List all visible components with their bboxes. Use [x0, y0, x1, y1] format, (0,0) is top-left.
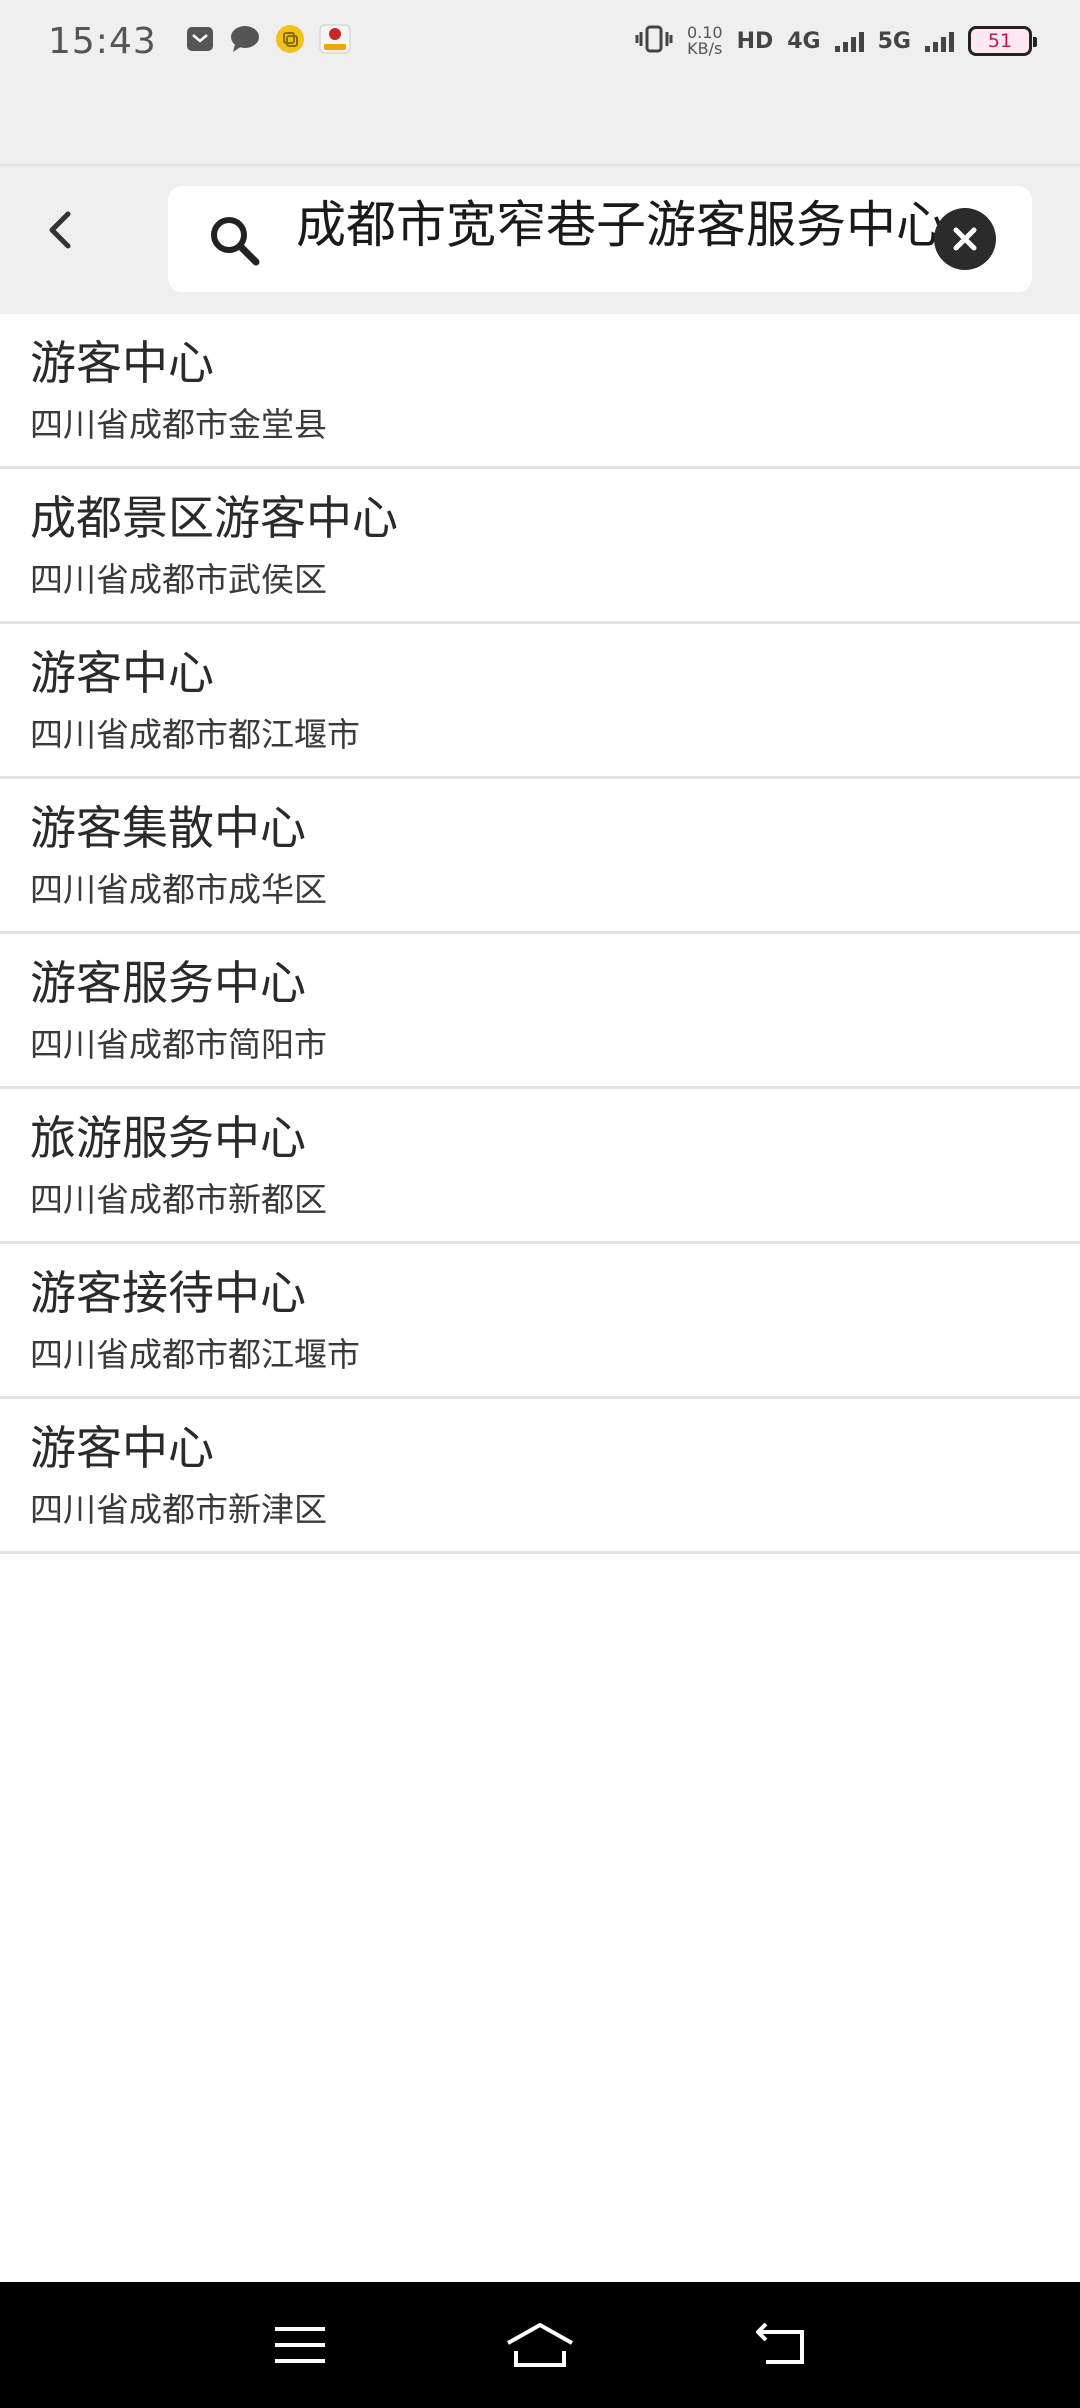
search-input[interactable]: 成都市宽窄巷子游客服务中心 — [296, 192, 1032, 258]
search-box[interactable]: 成都市宽窄巷子游客服务中心 — [168, 186, 1032, 292]
search-header: 成都市宽窄巷子游客服务中心 — [0, 166, 1080, 314]
result-title: 游客中心 — [30, 336, 214, 390]
status-bar: 15:43 0.10 KB/s HD 4G 5G 51 — [0, 0, 1080, 82]
result-address: 四川省成都市成华区 — [30, 870, 327, 909]
home-button[interactable] — [495, 2310, 585, 2380]
result-item[interactable]: 游客服务中心 四川省成都市简阳市 — [0, 934, 1080, 1089]
sim2-network-type: 5G — [877, 28, 911, 54]
vibrate-icon — [635, 24, 673, 58]
system-navigation-bar — [0, 2282, 1080, 2408]
result-item[interactable]: 游客中心 四川省成都市都江堰市 — [0, 624, 1080, 779]
result-title: 游客中心 — [30, 1421, 214, 1475]
back-icon — [756, 2322, 804, 2364]
result-address: 四川省成都市都江堰市 — [30, 1335, 360, 1374]
notification-icons — [185, 24, 351, 58]
chevron-left-icon — [49, 211, 71, 249]
status-time: 15:43 — [48, 20, 157, 62]
result-title: 游客集散中心 — [30, 801, 306, 855]
home-icon — [507, 2323, 573, 2367]
result-address: 四川省成都市新都区 — [30, 1180, 327, 1219]
battery-icon: 51 — [968, 26, 1037, 56]
coin-app-icon — [275, 24, 305, 58]
back-button[interactable] — [30, 200, 90, 260]
battery-level: 51 — [987, 30, 1013, 52]
search-icon — [211, 217, 260, 266]
result-item[interactable]: 成都景区游客中心 四川省成都市武侯区 — [0, 469, 1080, 624]
search-results-list: 游客中心 四川省成都市金堂县 成都景区游客中心 四川省成都市武侯区 游客中心 四… — [0, 314, 1080, 1554]
result-address: 四川省成都市简阳市 — [30, 1025, 327, 1064]
chat-bubble-icon — [229, 24, 261, 58]
network-speed: 0.10 KB/s — [687, 25, 723, 57]
result-item[interactable]: 游客中心 四川省成都市金堂县 — [0, 314, 1080, 469]
result-title: 游客接待中心 — [30, 1266, 306, 1320]
sim2-signal-icon — [925, 30, 954, 52]
top-spacer — [0, 82, 1080, 166]
result-title: 旅游服务中心 — [30, 1111, 306, 1165]
result-title: 游客中心 — [30, 646, 214, 700]
result-item[interactable]: 游客中心 四川省成都市新津区 — [0, 1399, 1080, 1554]
result-item[interactable]: 游客接待中心 四川省成都市都江堰市 — [0, 1244, 1080, 1399]
result-address: 四川省成都市武侯区 — [30, 560, 327, 599]
network-speed-unit: KB/s — [687, 39, 723, 58]
back-nav-button[interactable] — [735, 2310, 825, 2380]
result-title: 游客服务中心 — [30, 956, 306, 1010]
app-badge-icon — [319, 24, 351, 58]
hd-badge: HD — [736, 28, 774, 54]
result-address: 四川省成都市新津区 — [30, 1490, 327, 1529]
result-address: 四川省成都市金堂县 — [30, 405, 327, 444]
status-indicators: 0.10 KB/s HD 4G 5G 51 — [635, 24, 1037, 58]
result-title: 成都景区游客中心 — [30, 491, 398, 545]
sim1-signal-icon — [834, 30, 864, 52]
result-address: 四川省成都市都江堰市 — [30, 715, 360, 754]
sim1-network-type: 4G — [787, 28, 821, 54]
menu-button[interactable] — [255, 2310, 345, 2380]
clear-search-button[interactable] — [934, 208, 996, 270]
result-item[interactable]: 旅游服务中心 四川省成都市新都区 — [0, 1089, 1080, 1244]
close-icon — [953, 227, 977, 251]
result-item[interactable]: 游客集散中心 四川省成都市成华区 — [0, 779, 1080, 934]
mail-icon — [185, 24, 215, 58]
menu-icon — [275, 2327, 325, 2363]
